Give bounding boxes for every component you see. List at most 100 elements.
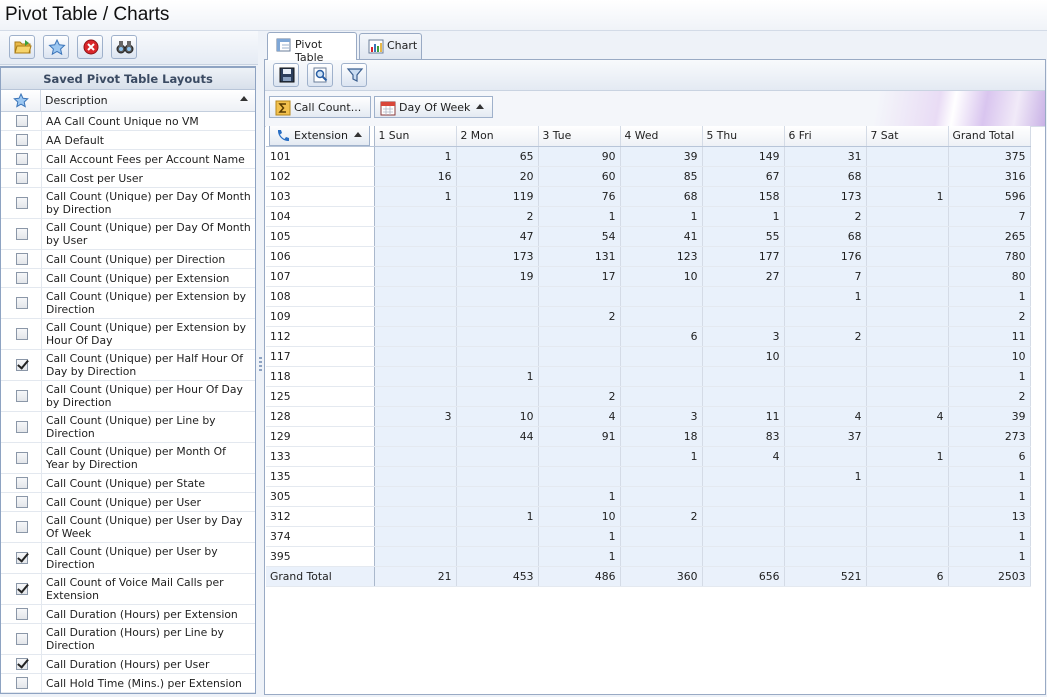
pivot-cell[interactable]: 3 [374, 406, 457, 427]
pivot-cell[interactable] [866, 386, 949, 407]
pivot-cell[interactable] [784, 446, 867, 467]
pivot-cell[interactable]: 1 [948, 546, 1031, 567]
pivot-cell[interactable]: 65 [456, 146, 539, 167]
pivot-cell[interactable] [456, 306, 539, 327]
pivot-cell[interactable]: 10 [456, 406, 539, 427]
pivot-cell[interactable] [374, 346, 457, 367]
pivot-cell[interactable]: 7 [948, 206, 1031, 227]
pivot-cell[interactable]: 2 [538, 306, 621, 327]
pivot-cell[interactable] [374, 506, 457, 527]
layout-list-item[interactable]: Call Count (Unique) per Month Of Year by… [1, 443, 255, 474]
pivot-cell[interactable]: 10 [948, 346, 1031, 367]
pivot-cell[interactable]: 158 [702, 186, 785, 207]
description-column-header[interactable]: Description [45, 94, 108, 107]
pivot-row-header[interactable]: 395 [266, 546, 375, 567]
pivot-cell[interactable] [538, 286, 621, 307]
pivot-cell[interactable] [866, 306, 949, 327]
favorite-checkbox[interactable] [16, 359, 28, 371]
save-layout-button[interactable] [273, 63, 299, 87]
layout-list-item[interactable]: Call Account Fees per Account Name [1, 150, 255, 169]
pivot-cell[interactable] [620, 386, 703, 407]
pivot-cell[interactable]: 27 [702, 266, 785, 287]
pivot-cell[interactable]: 10 [538, 506, 621, 527]
pivot-cell[interactable] [374, 426, 457, 447]
favorite-checkbox[interactable] [16, 608, 28, 620]
grand-total-cell[interactable]: 6 [866, 565, 949, 587]
pivot-row-header[interactable]: 133 [266, 446, 375, 467]
pivot-cell[interactable]: 316 [948, 166, 1031, 187]
favorite-checkbox[interactable] [16, 272, 28, 284]
pivot-cell[interactable] [866, 286, 949, 307]
pivot-cell[interactable] [374, 466, 457, 487]
pivot-row-header[interactable]: 104 [266, 206, 375, 227]
pivot-cell[interactable] [456, 386, 539, 407]
favorite-checkbox[interactable] [16, 496, 28, 508]
pivot-cell[interactable] [866, 526, 949, 547]
pivot-cell[interactable] [702, 366, 785, 387]
pivot-cell[interactable] [620, 286, 703, 307]
pivot-cell[interactable]: 68 [784, 226, 867, 247]
pivot-cell[interactable]: 2 [620, 506, 703, 527]
layout-list-item[interactable]: Call Count (Unique) per Half Hour Of Day… [1, 350, 255, 381]
pivot-cell[interactable]: 1 [538, 206, 621, 227]
pivot-cell[interactable]: 1 [620, 206, 703, 227]
favorite-checkbox[interactable] [16, 677, 28, 689]
pivot-cell[interactable] [620, 306, 703, 327]
layout-list-item[interactable]: AA Call Count Unique no VM [1, 112, 255, 131]
layout-list-item[interactable]: Call Count (Unique) per Hour Of Day by D… [1, 381, 255, 412]
favorite-checkbox[interactable] [16, 134, 28, 146]
pivot-cell[interactable] [784, 306, 867, 327]
layout-list-item[interactable]: Call Count (Unique) per Day Of Month by … [1, 188, 255, 219]
pivot-cell[interactable] [374, 306, 457, 327]
pivot-cell[interactable] [784, 526, 867, 547]
pivot-cell[interactable] [374, 486, 457, 507]
pivot-cell[interactable]: 60 [538, 166, 621, 187]
grand-total-cell[interactable]: 360 [620, 565, 703, 587]
pivot-cell[interactable]: 173 [456, 246, 539, 267]
layout-list-item[interactable]: Call Count (Unique) per User [1, 493, 255, 512]
pivot-cell[interactable] [784, 366, 867, 387]
filter-button[interactable] [341, 63, 367, 87]
pivot-cell[interactable]: 68 [620, 186, 703, 207]
grand-total-cell[interactable]: 486 [538, 565, 621, 587]
pivot-cell[interactable] [538, 346, 621, 367]
pivot-cell[interactable]: 1 [620, 446, 703, 467]
pivot-row-header[interactable]: 118 [266, 366, 375, 387]
pivot-cell[interactable]: 80 [948, 266, 1031, 287]
pivot-row-header[interactable]: 106 [266, 246, 375, 267]
pivot-row-header[interactable]: 129 [266, 426, 375, 447]
pivot-cell[interactable]: 1 [784, 286, 867, 307]
pivot-row-header[interactable]: 107 [266, 266, 375, 287]
pivot-cell[interactable] [866, 206, 949, 227]
pivot-cell[interactable]: 90 [538, 146, 621, 167]
favorite-checkbox[interactable] [16, 297, 28, 309]
pivot-cell[interactable]: 17 [538, 266, 621, 287]
pivot-cell[interactable]: 10 [620, 266, 703, 287]
pivot-cell[interactable]: 176 [784, 246, 867, 267]
pivot-cell[interactable] [620, 366, 703, 387]
pivot-cell[interactable]: 596 [948, 186, 1031, 207]
pivot-column-header[interactable]: 2 Mon [456, 126, 539, 147]
layout-list-item[interactable]: Call Count (Unique) per Extension [1, 269, 255, 288]
favorite-checkbox[interactable] [16, 521, 28, 533]
pivot-cell[interactable]: 1 [456, 366, 539, 387]
delete-layout-button[interactable] [77, 35, 103, 59]
pivot-column-header[interactable]: 3 Tue [538, 126, 621, 147]
pivot-row-header[interactable]: 374 [266, 526, 375, 547]
pivot-cell[interactable] [866, 366, 949, 387]
pivot-cell[interactable] [784, 386, 867, 407]
pivot-cell[interactable] [866, 546, 949, 567]
favorite-checkbox[interactable] [16, 452, 28, 464]
layout-list-item[interactable]: Call Count (Unique) per State [1, 474, 255, 493]
pivot-cell[interactable] [456, 286, 539, 307]
pivot-cell[interactable] [374, 366, 457, 387]
pivot-cell[interactable]: 1 [948, 526, 1031, 547]
pivot-cell[interactable]: 265 [948, 226, 1031, 247]
pivot-cell[interactable]: 19 [456, 266, 539, 287]
pivot-cell[interactable]: 119 [456, 186, 539, 207]
pivot-cell[interactable]: 13 [948, 506, 1031, 527]
pivot-cell[interactable] [374, 386, 457, 407]
pivot-cell[interactable]: 1 [538, 526, 621, 547]
pivot-cell[interactable] [456, 486, 539, 507]
pivot-cell[interactable]: 85 [620, 166, 703, 187]
